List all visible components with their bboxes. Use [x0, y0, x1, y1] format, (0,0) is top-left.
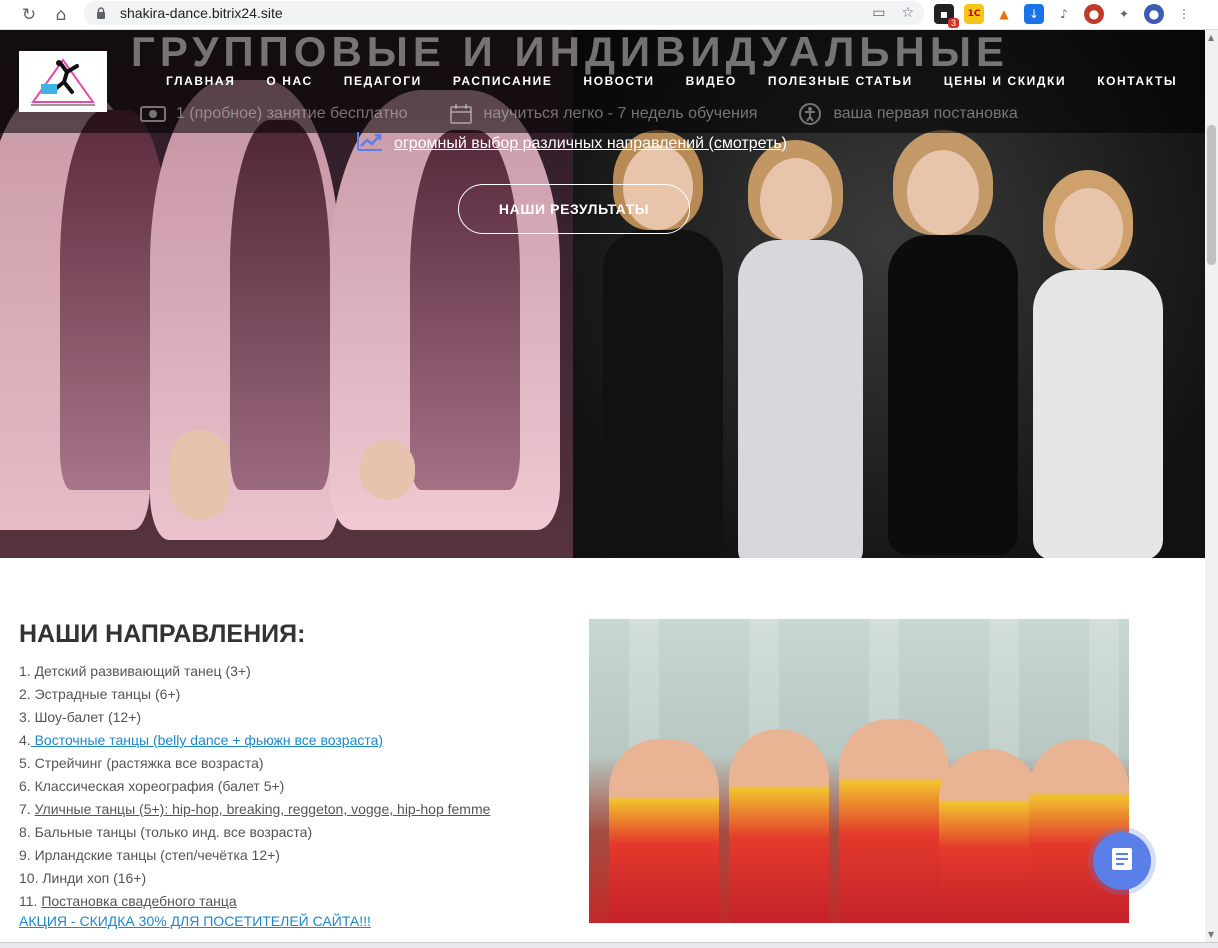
- item-text: Эстрадные танцы (6+): [34, 686, 181, 702]
- home-icon[interactable]: ⌂: [46, 0, 76, 30]
- list-item: 7. Уличные танцы (5+): hip-hop, breaking…: [19, 798, 490, 821]
- cast-icon[interactable]: ▭: [872, 5, 885, 21]
- chat-widget-button[interactable]: [1093, 832, 1151, 890]
- list-item: 10. Линди хоп (16+): [19, 867, 490, 890]
- profile-avatar[interactable]: ●: [1144, 4, 1164, 24]
- features-row: 1 (пробное) занятие бесплатно научиться …: [140, 103, 1058, 125]
- feature-directions-link-row: огромный выбор различных направлений (см…: [356, 130, 787, 157]
- browser-toolbar: ↻ ⌂ shakira-dance.bitrix24.site ▭ ☆ ▪ 3 1…: [0, 0, 1218, 30]
- wedding-dance-link[interactable]: Постановка свадебного танца: [41, 893, 236, 909]
- scroll-down-arrow-icon[interactable]: ▼: [1208, 930, 1214, 939]
- nav-item-teachers[interactable]: ПЕДАГОГИ: [344, 74, 422, 88]
- item-number: 2.: [19, 686, 35, 702]
- hero-title: ГРУППОВЫЕ И ИНДИВИДУАЛЬНЫЕ: [131, 30, 1009, 75]
- item-number: 9.: [19, 847, 35, 863]
- item-text: Шоу-балет (12+): [34, 709, 142, 725]
- extension-sound-icon[interactable]: ♪: [1054, 4, 1074, 24]
- item-number: 10.: [19, 870, 43, 886]
- nav-item-articles[interactable]: ПОЛЕЗНЫЕ СТАТЬИ: [768, 74, 913, 88]
- item-number: 5.: [19, 755, 35, 771]
- nav-item-prices[interactable]: ЦЕНЫ И СКИДКИ: [944, 74, 1066, 88]
- promo-link[interactable]: АКЦИЯ - СКИДКА 30% ДЛЯ ПОСЕТИТЕЛЕЙ САЙТА…: [19, 913, 371, 929]
- list-item: 5. Стрейчинг (растяжка все возраста): [19, 752, 490, 775]
- feature-easy-learn: научиться легко - 7 недель обучения: [448, 104, 758, 124]
- money-icon: [140, 104, 166, 124]
- item-text: Стрейчинг (растяжка все возраста): [34, 755, 264, 771]
- hero-section: ГРУППОВЫЕ И ИНДИВИДУАЛЬНЫЕ ГЛАВНАЯ О НАС…: [0, 30, 1205, 558]
- feature-text: ваша первая постановка: [833, 105, 1018, 122]
- list-item: 4. Восточные танцы (belly dance + фьюжн …: [19, 729, 490, 752]
- lock-icon: [94, 6, 108, 20]
- item-number: 6.: [19, 778, 35, 794]
- our-results-button[interactable]: НАШИ РЕЗУЛЬТАТЫ: [458, 184, 690, 234]
- extension-badge: 3: [947, 18, 959, 28]
- list-item: 2. Эстрадные танцы (6+): [19, 683, 490, 706]
- main-nav: ГЛАВНАЯ О НАС ПЕДАГОГИ РАСПИСАНИЕ НОВОСТ…: [166, 74, 1205, 88]
- nav-item-about[interactable]: О НАС: [266, 74, 312, 88]
- nav-item-schedule[interactable]: РАСПИСАНИЕ: [453, 74, 553, 88]
- list-item: 9. Ирландские танцы (степ/чечётка 12+): [19, 844, 490, 867]
- url-text: shakira-dance.bitrix24.site: [120, 5, 283, 21]
- reload-icon[interactable]: ↻: [14, 0, 44, 30]
- list-item: 1. Детский развивающий танец (3+): [19, 660, 490, 683]
- nav-item-home[interactable]: ГЛАВНАЯ: [166, 74, 235, 88]
- directions-list: 1. Детский развивающий танец (3+) 2. Эст…: [19, 660, 490, 913]
- scroll-thumb[interactable]: [1207, 125, 1216, 265]
- extensions-bar: ▪ 3 1С ▲ ↓ ♪ ● ✦ ● ⋮: [934, 0, 1194, 28]
- item-text: Линди хоп (16+): [42, 870, 147, 886]
- list-item: 6. Классическая хореография (балет 5+): [19, 775, 490, 798]
- extensions-puzzle-icon[interactable]: ✦: [1114, 4, 1134, 24]
- item-number: 7.: [19, 801, 35, 817]
- feature-first-staging: ваша первая постановка: [797, 103, 1018, 125]
- page-viewport: ГРУППОВЫЕ И ИНДИВИДУАЛЬНЫЕ ГЛАВНАЯ О НАС…: [0, 30, 1205, 942]
- feature-free-lesson: 1 (пробное) занятие бесплатно: [140, 104, 408, 124]
- extension-1c-icon[interactable]: 1С: [964, 4, 984, 24]
- accessibility-icon: [797, 103, 823, 125]
- item-number: 4.: [19, 732, 31, 748]
- vertical-scrollbar[interactable]: ▲ ▼: [1205, 30, 1218, 942]
- belly-dance-photo: [589, 619, 1129, 923]
- extension-fire-icon[interactable]: ▲: [994, 4, 1014, 24]
- item-text: Детский развивающий танец (3+): [34, 663, 251, 679]
- list-item: 3. Шоу-балет (12+): [19, 706, 490, 729]
- item-number: 8.: [19, 824, 35, 840]
- list-item: 11. Постановка свадебного танца: [19, 890, 490, 913]
- nav-item-news[interactable]: НОВОСТИ: [583, 74, 654, 88]
- address-bar[interactable]: shakira-dance.bitrix24.site ▭ ☆: [84, 1, 924, 25]
- bookmark-star-icon[interactable]: ☆: [901, 5, 914, 21]
- oriental-dance-link[interactable]: Восточные танцы (belly dance + фьюжн все…: [31, 732, 384, 748]
- street-dance-link[interactable]: Уличные танцы (5+): hip-hop, breaking, r…: [35, 801, 491, 817]
- document-icon: [1111, 847, 1133, 876]
- item-text: Классическая хореография (балет 5+): [34, 778, 285, 794]
- status-bar: [0, 942, 1218, 948]
- site-logo[interactable]: [19, 51, 107, 112]
- directions-title: НАШИ НАПРАВЛЕНИЯ:: [19, 620, 306, 648]
- directions-link[interactable]: огромный выбор различных направлений (см…: [394, 135, 787, 153]
- item-number: 3.: [19, 709, 35, 725]
- extension-chat-icon[interactable]: ▪ 3: [934, 4, 959, 28]
- nav-item-contacts[interactable]: КОНТАКТЫ: [1097, 74, 1177, 88]
- extension-download-icon[interactable]: ↓: [1024, 4, 1044, 24]
- item-number: 1.: [19, 663, 35, 679]
- item-text: Ирландские танцы (степ/чечётка 12+): [34, 847, 280, 863]
- menu-dots-icon[interactable]: ⋮: [1174, 4, 1194, 24]
- calendar-icon: [448, 104, 474, 124]
- list-item: 8. Бальные танцы (только инд. все возрас…: [19, 821, 490, 844]
- feature-text: 1 (пробное) занятие бесплатно: [176, 105, 408, 122]
- scroll-up-arrow-icon[interactable]: ▲: [1208, 33, 1214, 42]
- item-text: Бальные танцы (только инд. все возраста): [34, 824, 313, 840]
- trending-up-icon: [356, 130, 384, 157]
- extension-avatar-icon[interactable]: ●: [1084, 4, 1104, 24]
- item-number: 11.: [19, 893, 42, 909]
- feature-text: научиться легко - 7 недель обучения: [483, 105, 758, 122]
- nav-item-video[interactable]: ВИДЕО: [686, 74, 737, 88]
